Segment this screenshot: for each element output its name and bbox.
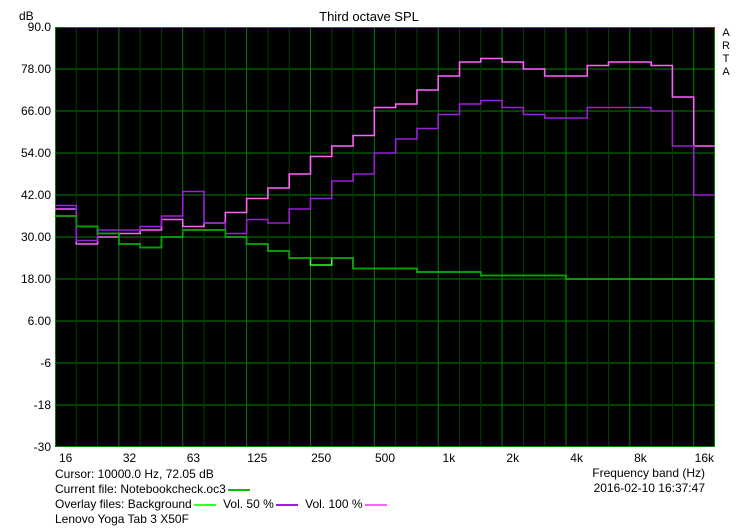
y-tick: 30.00 <box>3 230 51 244</box>
y-tick: 66.00 <box>3 104 51 118</box>
x-tick: 32 <box>123 451 136 465</box>
y-tick: -6 <box>3 356 51 370</box>
swatch-vol50 <box>276 504 298 506</box>
y-tick: -18 <box>3 398 51 412</box>
x-tick: 250 <box>311 451 331 465</box>
footer: Cursor: 10000.0 Hz, 72.05 dB Current fil… <box>55 467 391 527</box>
chart-frame: Third octave SPL dB ARTA -30-18-66.0018.… <box>3 3 735 527</box>
y-tick: 42.00 <box>3 188 51 202</box>
swatch-background <box>194 504 216 506</box>
y-tick: -30 <box>3 440 51 454</box>
arta-watermark: ARTA <box>720 27 731 79</box>
x-tick: 16 <box>59 451 72 465</box>
plot-svg <box>55 27 715 447</box>
x-axis-label: Frequency band (Hz) <box>592 466 705 480</box>
x-tick: 4k <box>570 451 583 465</box>
y-tick: 6.00 <box>3 314 51 328</box>
x-tick: 63 <box>187 451 200 465</box>
overlay-50-label: Vol. 50 % <box>223 497 274 511</box>
plot-area <box>55 27 715 447</box>
y-tick: 78.00 <box>3 62 51 76</box>
x-tick: 1k <box>443 451 456 465</box>
x-tick: 8k <box>634 451 647 465</box>
y-tick: 90.0 <box>3 20 51 34</box>
current-file-name: Notebookcheck.oc3 <box>120 482 225 496</box>
y-tick: 54.00 <box>3 146 51 160</box>
current-file-row: Current file: Notebookcheck.oc3 <box>55 482 391 497</box>
overlay-row: Overlay files: Background Vol. 50 % Vol.… <box>55 497 391 512</box>
x-tick: 500 <box>375 451 395 465</box>
x-tick: 2k <box>506 451 519 465</box>
x-tick: 125 <box>247 451 267 465</box>
chart-title: Third octave SPL <box>3 9 735 24</box>
overlay-bg-label: Background <box>128 497 192 511</box>
device-label: Lenovo Yoga Tab 3 X50F <box>55 512 391 527</box>
overlay-prefix: Overlay files: <box>55 497 128 511</box>
y-tick: 18.00 <box>3 272 51 286</box>
timestamp: 2016-02-10 16:37:47 <box>594 481 705 495</box>
current-file-prefix: Current file: <box>55 482 120 496</box>
overlay-100-label: Vol. 100 % <box>305 497 362 511</box>
swatch-notebookcheck <box>228 489 250 491</box>
cursor-readout: Cursor: 10000.0 Hz, 72.05 dB <box>55 467 391 482</box>
swatch-vol100 <box>365 504 387 506</box>
x-tick: 16k <box>695 451 714 465</box>
